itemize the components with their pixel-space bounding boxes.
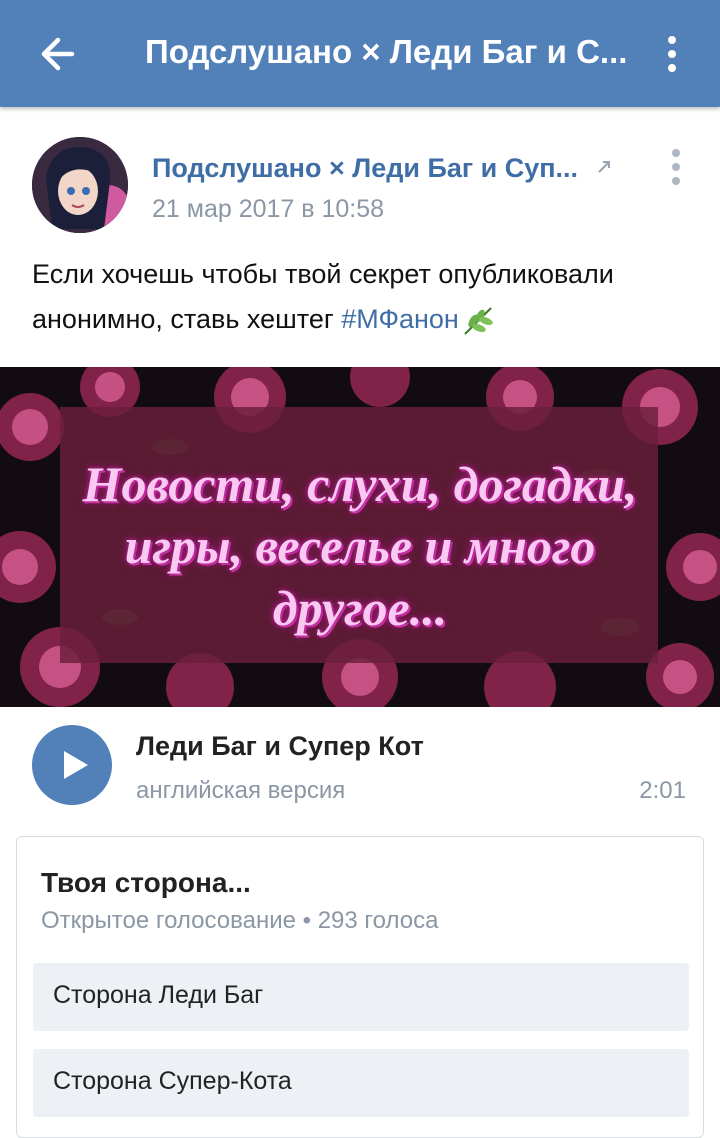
poll-question: Твоя сторона... bbox=[41, 867, 251, 898]
poll-option[interactable]: Сторона Супер-Кота bbox=[33, 1049, 689, 1117]
post-image[interactable]: Новости, слухи, догадки, игры, веселье и… bbox=[0, 367, 720, 707]
post-text-line: анонимно, ставь хештег #МФанон bbox=[32, 297, 692, 342]
post-header: Подслушано × Леди Баг и Суп... 21 мар 20… bbox=[0, 107, 720, 237]
herb-emoji-icon bbox=[464, 307, 493, 335]
post-text: Если хочешь чтобы твой секрет опубликова… bbox=[32, 252, 692, 342]
post-more-icon[interactable] bbox=[664, 147, 688, 187]
play-icon bbox=[64, 751, 88, 779]
post-text-line: Если хочешь чтобы твой секрет опубликова… bbox=[32, 259, 614, 289]
post-text-fragment: анонимно, ставь хештег bbox=[32, 304, 342, 334]
group-name-link[interactable]: Подслушано × Леди Баг и Суп... bbox=[152, 153, 602, 184]
banner-text-line: игры, веселье и много bbox=[124, 518, 596, 574]
poll-option[interactable]: Сторона Леди Баг bbox=[33, 963, 689, 1031]
poll: Твоя сторона... Открытое голосование • 2… bbox=[16, 836, 704, 1138]
track-artist: английская версия bbox=[136, 777, 346, 804]
avatar-illustration-icon bbox=[32, 137, 128, 233]
play-button[interactable] bbox=[32, 725, 112, 805]
external-link-icon bbox=[598, 161, 610, 173]
audio-attachment[interactable]: Леди Баг и Супер Кот английская версия 2… bbox=[0, 707, 720, 827]
track-duration: 2:01 bbox=[639, 777, 686, 804]
poll-meta: Открытое голосование • 293 голоса bbox=[41, 907, 439, 934]
poll-option-label: Сторона Супер-Кота bbox=[53, 1067, 292, 1095]
group-avatar[interactable] bbox=[32, 137, 128, 233]
hashtag-link[interactable]: #МФанон bbox=[341, 304, 459, 334]
poll-option-label: Сторона Леди Баг bbox=[53, 981, 264, 1009]
back-arrow-icon[interactable] bbox=[36, 34, 76, 74]
more-vertical-icon[interactable] bbox=[660, 34, 684, 74]
appbar-title: Подслушано × Леди Баг и С... bbox=[145, 33, 628, 70]
track-title: Леди Баг и Супер Кот bbox=[136, 731, 424, 761]
banner-text-line: Новости, слухи, догадки, bbox=[82, 456, 638, 512]
banner-text-line: другое... bbox=[272, 580, 448, 636]
app-bar: Подслушано × Леди Баг и С... bbox=[0, 0, 720, 107]
post-date: 21 мар 2017 в 10:58 bbox=[152, 195, 385, 223]
